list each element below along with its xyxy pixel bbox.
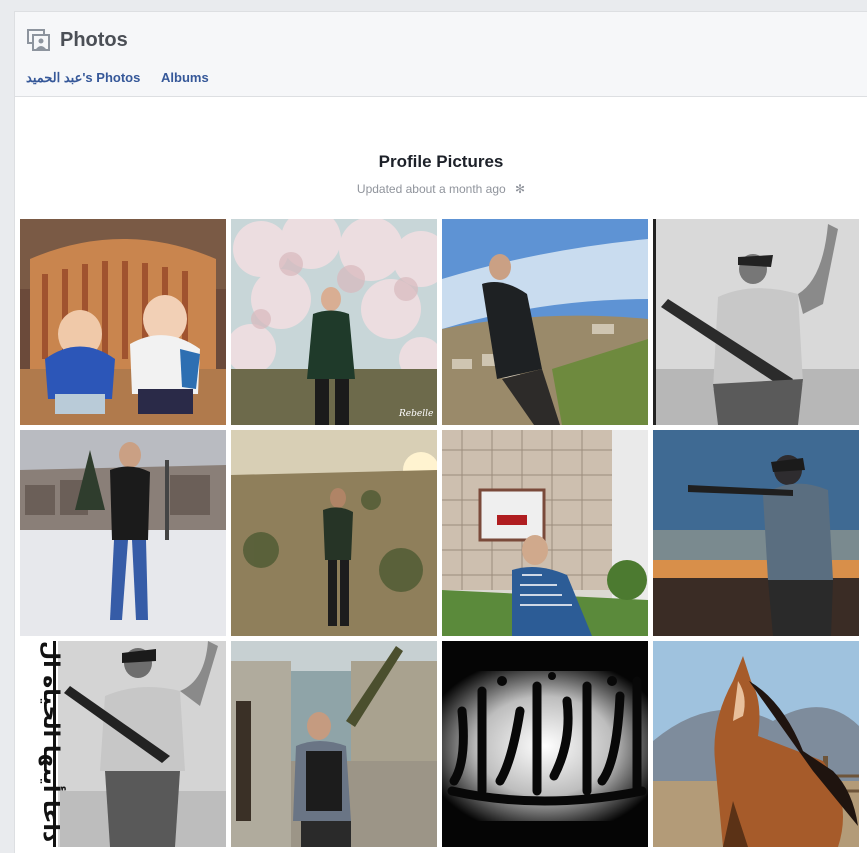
photo-tile[interactable] (653, 219, 859, 425)
photo-text-rifle: داعا أيتها الحياة ال (20, 641, 226, 847)
photo-tile[interactable] (20, 219, 226, 425)
photos-panel: Photos عبد الحميد's Photos Albums Profil… (14, 11, 867, 853)
photo-hill (442, 219, 648, 425)
photo-grid: Rebelle داعا أيتها الحياة ال (20, 219, 859, 847)
photo-horse (653, 641, 859, 847)
tab-user-photos[interactable]: عبد الحميد's Photos (26, 70, 140, 86)
photo-tile[interactable] (442, 430, 648, 636)
photo-rpg (231, 641, 437, 847)
photo-wall (442, 430, 648, 636)
photo-tile[interactable] (20, 430, 226, 636)
photo-watermark: Rebelle (398, 409, 433, 419)
photo-aiming (653, 430, 859, 636)
photo-tile[interactable] (231, 430, 437, 636)
tab-albums[interactable]: Albums (161, 70, 209, 85)
photo-tile[interactable] (653, 641, 859, 847)
album-title: Profile Pictures (378, 152, 504, 171)
photo-field (231, 430, 437, 636)
photos-header: Photos عبد الحميد's Photos Albums (15, 12, 867, 97)
photo-toddlers (20, 219, 226, 425)
gear-icon[interactable]: ✻ (515, 182, 525, 196)
photo-tile[interactable]: Rebelle (231, 219, 437, 425)
album-updated: Updated about a month ago ✻ (15, 182, 867, 196)
photo-rifle-gray (653, 219, 859, 425)
photo-tile[interactable] (442, 641, 648, 847)
photo-blossom: Rebelle (231, 219, 437, 425)
page-title: Photos (60, 29, 128, 51)
photo-snow (20, 430, 226, 636)
photo-tile[interactable] (653, 430, 859, 636)
photo-tile[interactable]: داعا أيتها الحياة ال (20, 641, 226, 847)
photo-calligraphy (442, 641, 648, 847)
album-updated-text: Updated about a month ago (356, 182, 506, 196)
photo-tile[interactable] (442, 219, 648, 425)
photo-tile[interactable] (231, 641, 437, 847)
photos-icon (27, 29, 51, 53)
